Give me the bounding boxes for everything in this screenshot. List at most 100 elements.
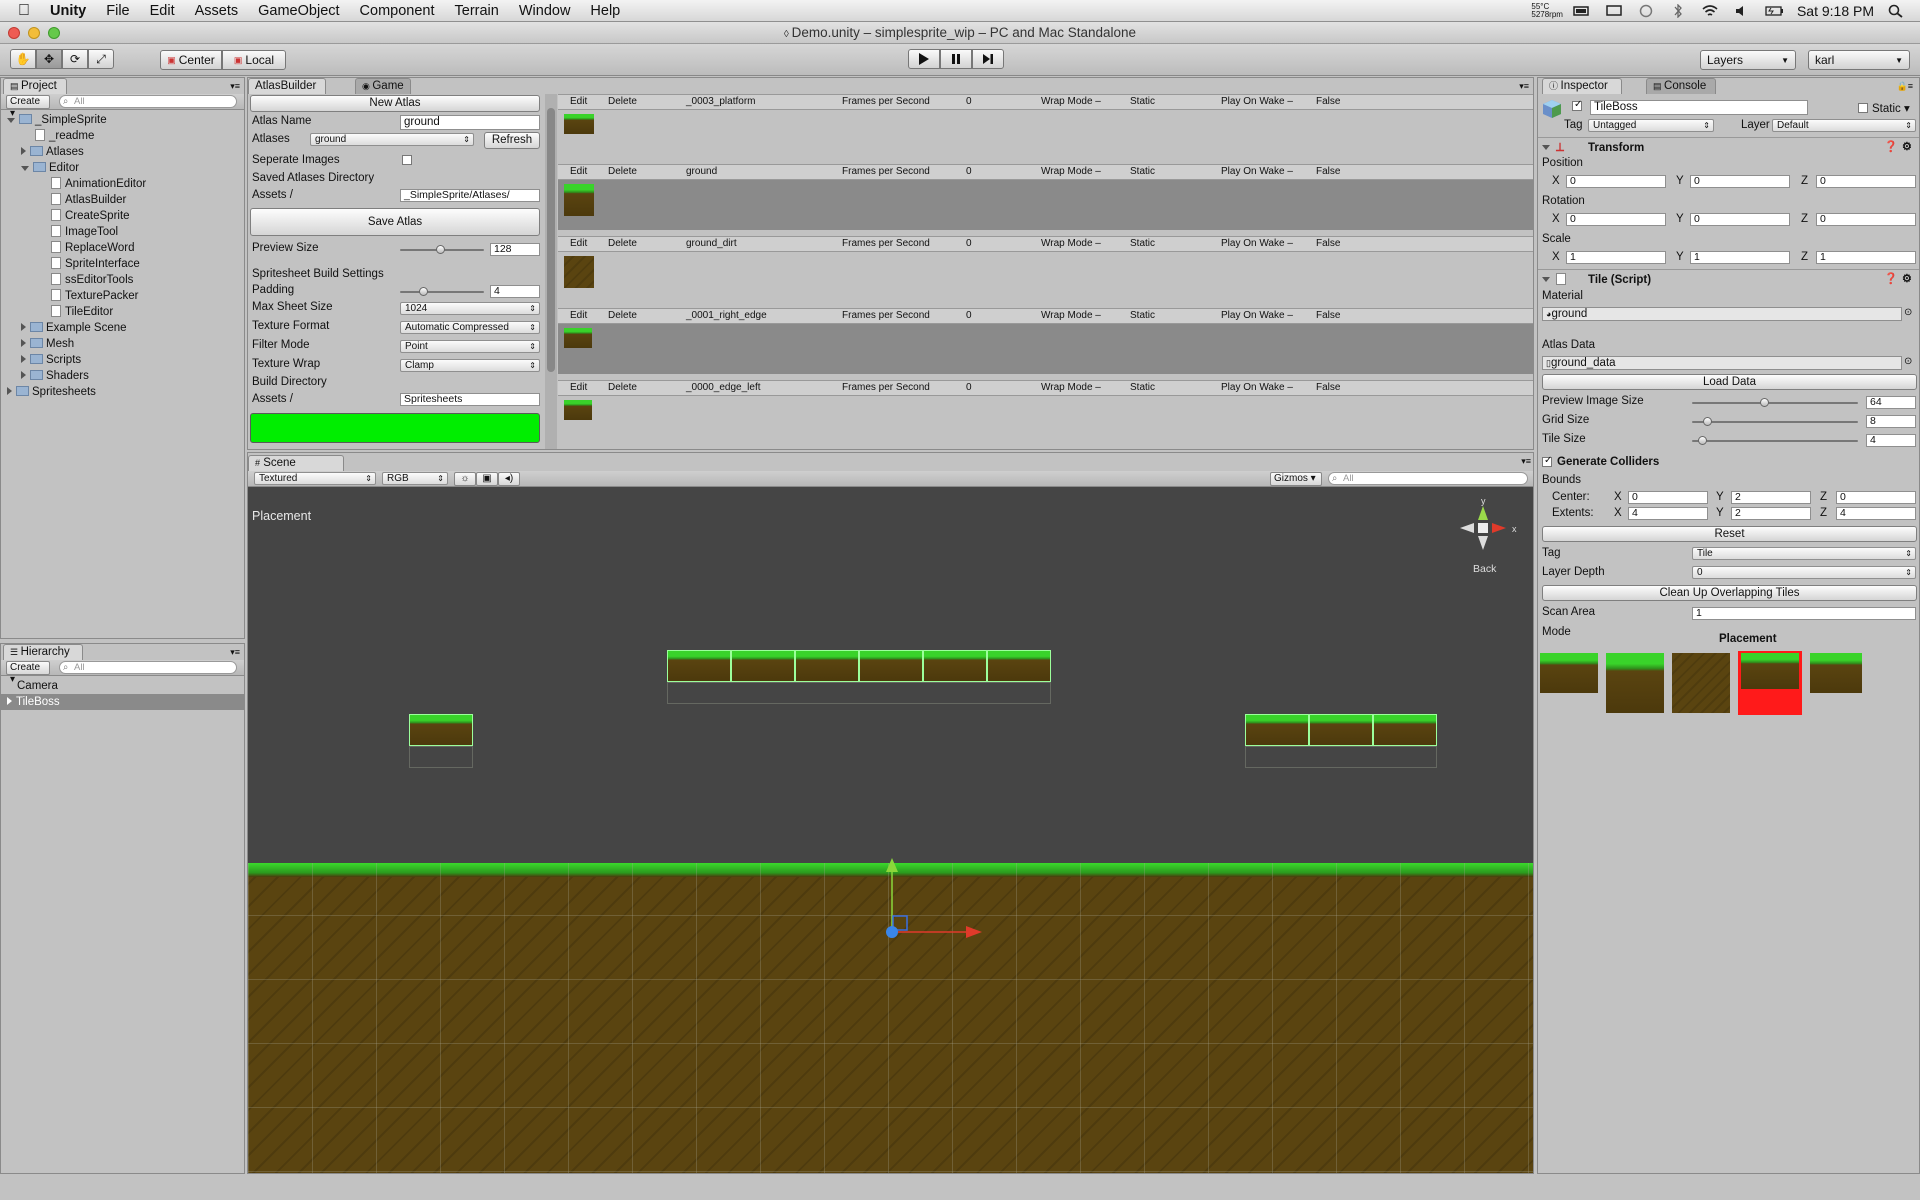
material-field[interactable]: ◕ground	[1542, 307, 1902, 321]
active-checkbox[interactable]: ✓	[1572, 99, 1582, 111]
atlas-name-input[interactable]: ground	[400, 115, 540, 130]
wrap-mode-value[interactable]: Static	[1130, 95, 1155, 109]
tile[interactable]	[1373, 714, 1437, 746]
tile[interactable]	[923, 650, 987, 682]
wrap-mode-value[interactable]: Static	[1130, 309, 1155, 323]
render-mode-dropdown[interactable]: Textured	[254, 472, 376, 485]
tab-atlasbuilder[interactable]: AtlasBuilder	[248, 78, 326, 94]
edit-button[interactable]: Edit	[570, 237, 587, 251]
zoom-window-button[interactable]	[48, 27, 60, 39]
object-picker-icon[interactable]: ⊙	[1904, 307, 1912, 318]
tile[interactable]	[667, 650, 731, 682]
battery-icon[interactable]	[1573, 4, 1591, 18]
wifi-icon[interactable]	[1701, 4, 1719, 18]
tile[interactable]	[859, 650, 923, 682]
fps-value[interactable]: 0	[966, 237, 972, 251]
tile-palette-item[interactable]	[1672, 653, 1730, 713]
preview-image-size-input[interactable]: 64	[1866, 396, 1916, 409]
extents-x-input[interactable]: 4	[1628, 507, 1708, 520]
extents-y-input[interactable]: 2	[1731, 507, 1811, 520]
tile-palette-item[interactable]	[1540, 653, 1598, 693]
tile-size-input[interactable]: 4	[1866, 434, 1916, 447]
tile-palette-item-selected[interactable]	[1738, 651, 1802, 715]
grid-size-slider[interactable]	[1692, 417, 1858, 426]
tree-item-scripts[interactable]: Scripts	[21, 352, 81, 368]
tab-project[interactable]: ▤ Project	[3, 78, 67, 94]
tab-game[interactable]: ◉ Game	[355, 78, 411, 94]
wrap-mode-value[interactable]: Static	[1130, 165, 1155, 179]
mode-value[interactable]: Placement	[1719, 633, 1777, 645]
panel-menu-icon[interactable]: ▾≡	[230, 647, 240, 658]
bluetooth-icon[interactable]	[1669, 3, 1687, 19]
scale-tool-button[interactable]: ⤢	[88, 49, 114, 69]
preview-image-size-slider[interactable]	[1692, 398, 1858, 407]
close-window-button[interactable]	[8, 27, 20, 39]
tab-console[interactable]: ▤ Console	[1646, 78, 1716, 94]
tile-palette-item[interactable]	[1606, 653, 1664, 713]
scene-search-input[interactable]: ⌕ All	[1328, 472, 1528, 485]
delete-button[interactable]: Delete	[608, 381, 637, 395]
minimize-window-button[interactable]	[28, 27, 40, 39]
time-machine-icon[interactable]	[1637, 4, 1655, 18]
audio-toggle[interactable]: ◂)	[498, 472, 520, 486]
sprite-thumbnail[interactable]	[564, 114, 594, 134]
tile-script-header[interactable]: Tile (Script) ❓ ⚙	[1538, 272, 1919, 290]
max-sheet-dropdown[interactable]: 1024	[400, 302, 540, 315]
padding-slider[interactable]	[400, 287, 484, 296]
load-data-button[interactable]: Load Data	[1542, 374, 1917, 390]
hierarchy-item-camera[interactable]: Camera	[17, 678, 58, 694]
menu-terrain[interactable]: Terrain	[445, 3, 509, 19]
slider-knob[interactable]	[418, 287, 428, 296]
volume-icon[interactable]	[1733, 4, 1751, 18]
position-z-input[interactable]: 0	[1816, 175, 1916, 188]
filter-mode-dropdown[interactable]: Point	[400, 340, 540, 353]
image-toggle[interactable]: ▣	[476, 472, 498, 486]
gear-icon[interactable]: ⚙	[1902, 272, 1912, 285]
spotlight-search-icon[interactable]	[1888, 4, 1906, 18]
generate-colliders-checkbox[interactable]: ✓	[1542, 455, 1552, 467]
transform-header[interactable]: ⟂ Transform ❓ ⚙	[1538, 140, 1919, 158]
panel-menu-icon[interactable]: ▾≡	[1519, 81, 1529, 92]
slider-knob[interactable]	[1698, 436, 1708, 445]
temperature-monitor[interactable]: 55°C 5278rpm	[1531, 3, 1563, 19]
hand-tool-button[interactable]: ✋	[10, 49, 36, 69]
tree-item-readme[interactable]: _readme	[35, 128, 94, 144]
new-atlas-button[interactable]: New Atlas	[250, 95, 540, 112]
play-on-wake-value[interactable]: False	[1316, 381, 1340, 395]
texture-format-dropdown[interactable]: Automatic Compressed	[400, 321, 540, 334]
scan-area-input[interactable]: 1	[1692, 607, 1916, 620]
menu-gameobject[interactable]: GameObject	[248, 3, 349, 19]
play-on-wake-value[interactable]: False	[1316, 237, 1340, 251]
cleanup-overlapping-button[interactable]: Clean Up Overlapping Tiles	[1542, 585, 1917, 601]
rotation-z-input[interactable]: 0	[1816, 213, 1916, 226]
tree-item-example-scene[interactable]: Example Scene	[21, 320, 127, 336]
tree-item-animationeditor[interactable]: AnimationEditor	[51, 176, 146, 192]
tab-scene[interactable]: # Scene	[248, 455, 344, 471]
project-search-input[interactable]: ⌕ All	[59, 95, 237, 108]
hierarchy-search-input[interactable]: ⌕ All	[59, 661, 237, 674]
tile[interactable]	[731, 650, 795, 682]
menu-assets[interactable]: Assets	[185, 3, 249, 19]
center-x-input[interactable]: 0	[1628, 491, 1708, 504]
rotation-x-input[interactable]: 0	[1566, 213, 1666, 226]
expand-arrow-icon[interactable]	[7, 387, 12, 395]
tile-tag-dropdown[interactable]: Tile	[1692, 547, 1916, 560]
preview-size-slider[interactable]	[400, 245, 484, 254]
pause-button[interactable]	[940, 49, 972, 69]
expand-arrow-icon[interactable]	[7, 697, 12, 705]
delete-button[interactable]: Delete	[608, 309, 637, 323]
pivot-local-button[interactable]: ▣ Local	[222, 50, 286, 70]
gear-icon[interactable]: ⚙	[1902, 140, 1912, 153]
tab-hierarchy[interactable]: ☰ Hierarchy	[3, 644, 83, 660]
pivot-center-button[interactable]: ▣ Center	[160, 50, 222, 70]
delete-button[interactable]: Delete	[608, 165, 637, 179]
static-checkbox[interactable]	[1858, 103, 1868, 113]
tree-item-mesh[interactable]: Mesh	[21, 336, 74, 352]
apple-icon[interactable]: 	[0, 2, 40, 20]
expand-arrow-icon[interactable]	[7, 118, 15, 123]
layout-dropdown[interactable]: karl ▼	[1808, 50, 1910, 70]
move-tool-button[interactable]: ✥	[36, 49, 62, 69]
panel-menu-icon[interactable]: ▾≡	[1521, 456, 1531, 467]
fps-value[interactable]: 0	[966, 309, 972, 323]
edit-button[interactable]: Edit	[570, 309, 587, 323]
